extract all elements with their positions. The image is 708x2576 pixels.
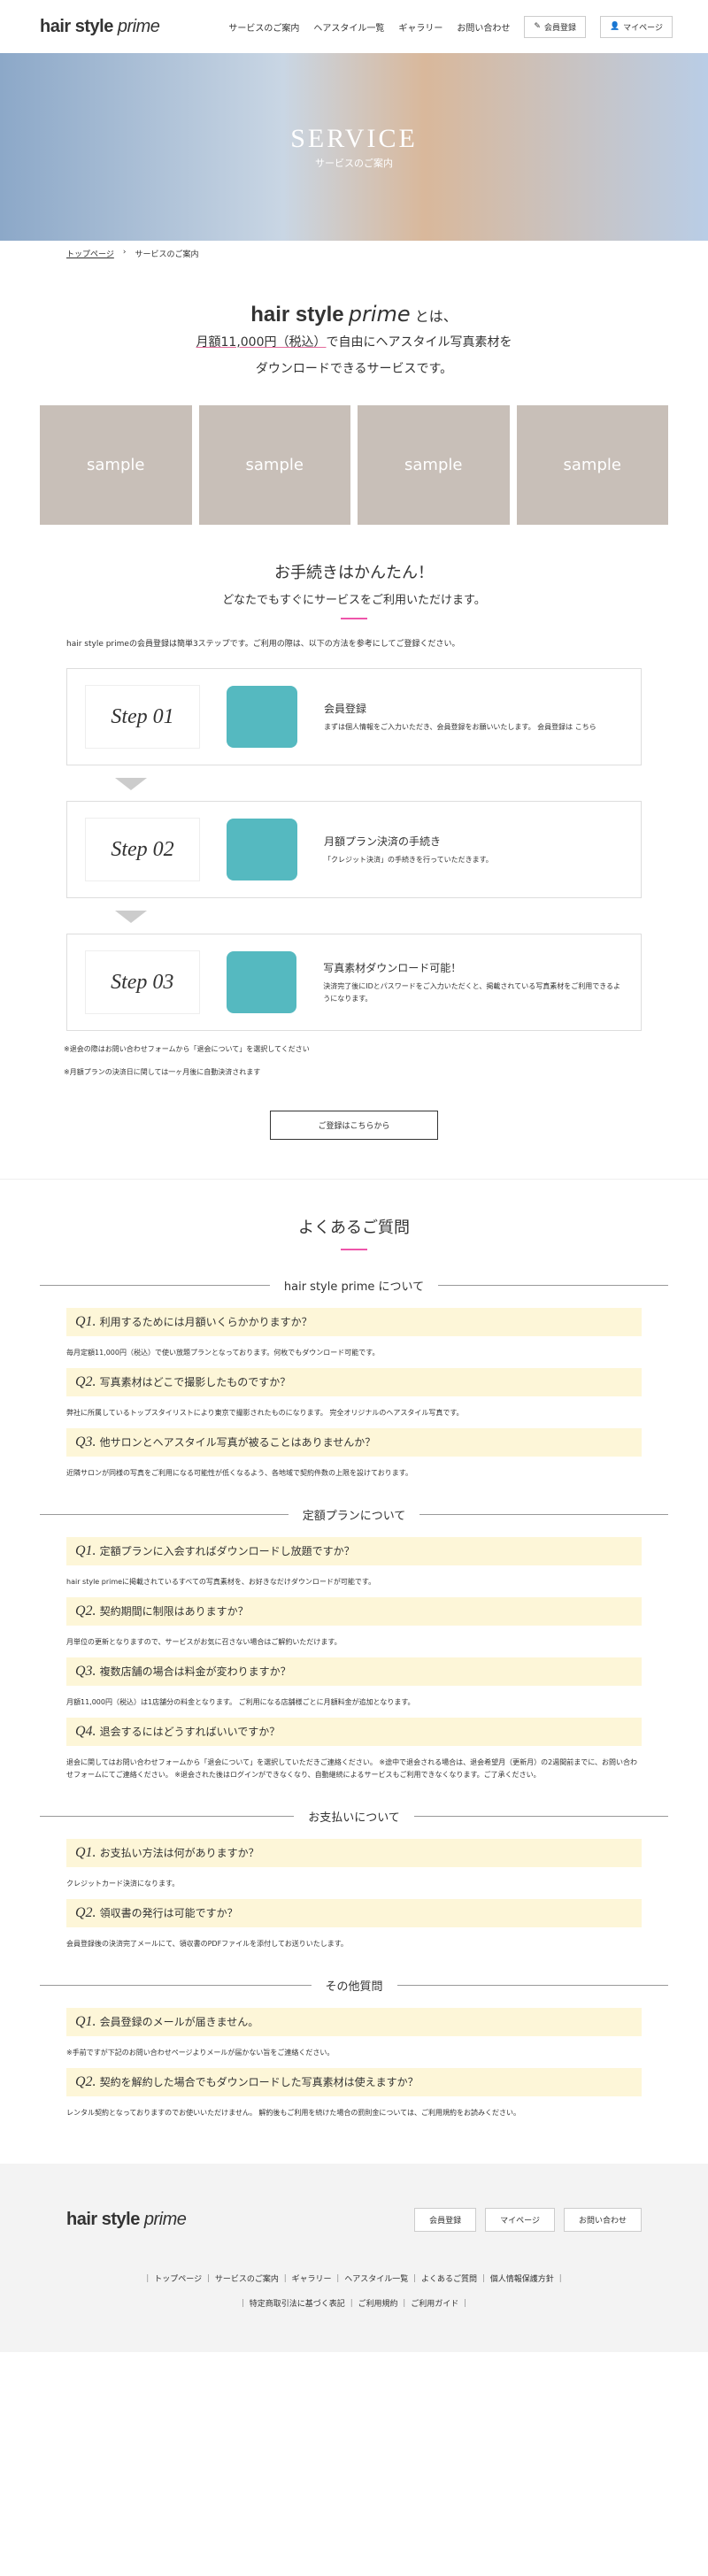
steps-heading: お手続きはかんたん！ どなたでもすぐにサービスをご利用いただけます。 [0,525,708,619]
steps-note: hair style primeの会員登録は簡単3ステップです。ご利用の際は、以… [66,640,460,649]
faq-question[interactable]: Q3. 複数店舗の場合は料金が変わりますか？ [66,1657,642,1686]
hero-banner: SERVICE サービスのご案内 [0,53,708,241]
breadcrumb-current: サービスのご案内 [135,250,199,259]
step-label: Step 03 [85,950,200,1014]
hero-subtitle: サービスのご案内 [315,158,393,169]
user-gear-icon [227,686,297,748]
faq-answer: ※手前ですが下記のお問い合わせページよりメールが届かない旨をご連絡ください。 [66,2049,335,2057]
faq-answer: 弊社に所属しているトップスタイリストにより東京で撮影されたものになります。 完全… [66,1409,464,1417]
sample-photo: sample [40,405,192,525]
intro: hair style prime とは、 月額11,000円（税込）で自由にヘア… [0,266,708,405]
step-label: Step 01 [85,685,200,749]
nav-service[interactable]: サービスのご案内 [228,20,299,34]
faq-question[interactable]: Q2. 写真素材はどこで撮影したものですか？ [66,1368,642,1396]
faq-question[interactable]: Q1. 定額プランに入会すればダウンロードし放題ですか？ [66,1537,642,1565]
faq-category-title: お支払いについて [40,1808,668,1825]
step-text: 決済完了後にIDとパスワードをご入力いただくと、掲載されている写真素材をご利用で… [323,981,621,1003]
main-nav: サービスのご案内 ヘアスタイル一覧 ギャラリー お問い合わせ ✎ 会員登録 👤 マイ… [228,15,673,38]
step-notes: ※退会の際はお問い合わせフォームから「退会について」を選択してください ※月額プ… [64,1045,310,1076]
step-title: 写真素材ダウンロード可能！ [323,961,462,974]
faq-category-title: その他質問 [40,1977,668,1994]
sample-photo: sample [516,405,668,525]
footer-logo[interactable]: hair style prime [66,2210,187,2230]
step-title: 会員登録 [324,702,367,715]
download-icon [226,951,297,1013]
faq-heading: よくあるご質問 [0,1179,708,1250]
site-footer: hair style prime 会員登録 マイページ お問い合わせ ｜ トップ… [0,2164,708,2352]
faq-answer: クレジットカード決済になります。 [66,1880,180,1888]
member-register-button[interactable]: ✎ 会員登録 [524,15,586,38]
sample-photo: sample [358,405,510,525]
intro-title: hair style prime とは、 [250,302,458,327]
faq-question[interactable]: Q1. 会員登録のメールが届きません。 [66,2008,642,2036]
laptop-icon [227,819,297,880]
pencil-icon: ✎ [534,22,541,31]
faq-question[interactable]: Q2. 契約を解約した場合でもダウンロードした写真素材は使えますか？ [66,2068,642,2096]
step-card: Step 02 月額プラン決済の手続き「クレジット決済」の手続きを行っていただき… [66,801,642,898]
register-button[interactable]: ご登録はこちらから [270,1111,438,1140]
site-header: hair style prime サービスのご案内 ヘアスタイル一覧 ギャラリー… [0,0,708,53]
faq-question[interactable]: Q1. 利用するためには月額いくらかかりますか？ [66,1308,642,1336]
breadcrumb-sep: › [122,248,127,257]
faq-answer: hair style primeに掲載されているすべての写真素材を、お好きなだけ… [66,1578,376,1586]
nav-gallery[interactable]: ギャラリー [398,20,442,34]
hero-title: SERVICE [290,124,418,153]
faq-answer: 毎月定額11,000円（税込）で使い放題プランとなっております。何枚でもダウンロ… [66,1349,380,1357]
sample-photo: sample [198,405,350,525]
faq-question[interactable]: Q2. 契約期間に制限はありますか？ [66,1597,642,1626]
down-arrow-icon [115,778,147,790]
faq-question[interactable]: Q3. 他サロンとヘアスタイル写真が被ることはありませんか？ [66,1428,642,1457]
intro-line1: 月額11,000円（税込）で自由にヘアスタイル写真素材を [196,335,512,350]
step-text: まずは個人情報をご入力いただき、会員登録をお願いいたします。 会員登録は こちら [324,722,596,731]
nav-hairstyles[interactable]: ヘアスタイル一覧 [313,20,384,34]
step-title: 月額プラン決済の手続き [324,834,442,848]
user-icon: 👤 [609,22,620,31]
step-text: 「クレジット決済」の手続きを行っていただきます。 [324,855,493,864]
faq-answer: レンタル契約となっておりますのでお使いいただけません。 解約後もご利用を続けた場… [66,2109,521,2117]
faq-question[interactable]: Q4. 退会するにはどうすればいいですか？ [66,1718,642,1746]
breadcrumb-home[interactable]: トップページ [66,248,114,259]
faq-question[interactable]: Q2. 領収書の発行は可能ですか？ [66,1899,642,1927]
faq-list: hair style prime について Q1. 利用するためには月額いくらかかり… [0,1277,708,2119]
nav-contact[interactable]: お問い合わせ [457,20,510,34]
step-card: Step 03 写真素材ダウンロード可能！ 決済完了後にIDとパスワードをご入力い… [66,934,642,1031]
breadcrumb: トップページ › サービスのご案内 [0,241,708,266]
faq-category-title: hair style prime について [40,1277,668,1294]
site-logo[interactable]: hair style prime [40,17,160,37]
faq-answer: 月額11,000円（税込）は1店舗分の料金となります。 ご利用になる店舗様ごとに… [66,1698,415,1706]
faq-question[interactable]: Q1. お支払い方法は何がありますか？ [66,1839,642,1867]
mypage-button[interactable]: 👤 マイページ [599,15,673,38]
footer-mypage-button[interactable]: マイページ [485,2208,555,2232]
faq-answer: 近隣サロンが同様の写真をご利用になる可能性が低くなるよう、各地域で契約件数の上限… [66,1469,412,1477]
faq-answer: 会員登録後の決済完了メールにて、領収書のPDFファイルを添付してお送りいたします… [66,1940,348,1948]
intro-line2: ダウンロードできるサービスです。 [255,362,453,376]
step-label: Step 02 [85,818,200,881]
sample-gallery: sample sample sample sample [0,405,708,525]
faq-answer: 退会に関してはお問い合わせフォームから「退会について」を選択していただきご連絡く… [66,1758,637,1779]
footer-links[interactable]: ｜ トップページ ｜ サービスのご案内 ｜ ギャラリー ｜ ヘアスタイル一覧 ｜… [66,2267,642,2317]
faq-answer: 月単位の更新となりますので、サービスがお気に召さない場合はご解約いただけます。 [66,1638,342,1646]
footer-member-button[interactable]: 会員登録 [414,2208,477,2232]
faq-category-title: 定額プランについて [40,1506,668,1523]
down-arrow-icon [115,911,147,923]
footer-contact-button[interactable]: お問い合わせ [563,2208,642,2232]
step-card: Step 01 会員登録まずは個人情報をご入力いただき、会員登録をお願いいたしま… [66,668,642,765]
